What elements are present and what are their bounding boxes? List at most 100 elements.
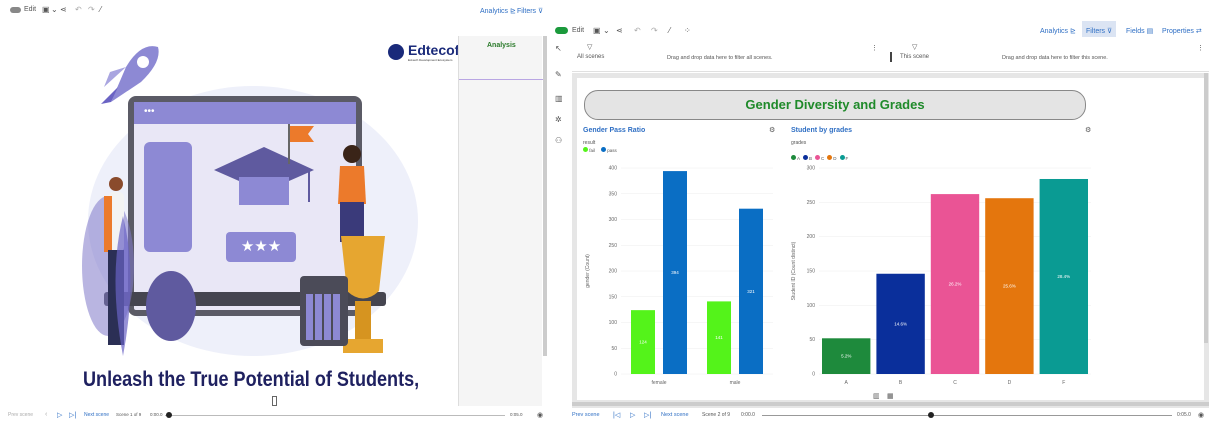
y-tick-label: 400 — [609, 166, 618, 172]
prev-scene-button[interactable]: Prev scene — [572, 412, 600, 418]
y-tick-label: 50 — [809, 337, 815, 343]
timeline-handle[interactable] — [928, 412, 934, 418]
x-tick-label: male — [730, 380, 741, 386]
filters-label: Filters — [517, 8, 537, 15]
analytics-label: Analytics — [1040, 28, 1069, 35]
edit-toggle[interactable] — [10, 7, 21, 13]
x-tick-label: F — [1062, 380, 1065, 386]
laptop-screen-header — [134, 102, 356, 124]
dashboard-title: Gender Diversity and Grades — [745, 97, 925, 112]
y-tick-label: 100 — [609, 320, 618, 326]
filter-all-hint: Drag and drop data here to filter all sc… — [667, 55, 773, 61]
filter-funnel-icon: ▽ — [912, 44, 918, 51]
y-tick-label: 100 — [807, 303, 816, 309]
dashboard-page: Gender Diversity and Grades Gender Pass … — [577, 78, 1204, 400]
users-icon[interactable]: ⚇ — [555, 136, 562, 145]
bar-value-label: 25.6% — [1003, 284, 1016, 289]
chart-icon[interactable]: ▥ — [555, 94, 563, 103]
filter-icon: ⊽ — [538, 8, 544, 15]
logo-tagline: Ed-tech Development Ecosystem — [408, 58, 453, 62]
analysis-tab[interactable]: Analysis — [459, 36, 543, 80]
redo-icon[interactable]: ↷ — [651, 26, 658, 35]
timeline-track[interactable] — [762, 415, 1172, 416]
tool-rail: ↖ ✎ ▥ ✲ ⚇ — [550, 40, 572, 410]
y-tick-label: 200 — [609, 269, 618, 275]
more-options-icon[interactable]: ⋮ — [871, 44, 878, 52]
filter-all-title: All scenes — [577, 54, 605, 60]
save-icon[interactable]: ▣ — [593, 26, 601, 35]
y-tick-label: 200 — [807, 234, 816, 240]
x-tick-label: B — [899, 380, 903, 386]
first-scene-icon[interactable]: ‹ — [45, 411, 47, 418]
timeline-handle[interactable] — [166, 412, 172, 418]
right-toolbar: Edit ▣ ⌄ ⋖ ↶ ↷ ⁄ ⁘ Analytics ⊵ Filters ⊽… — [550, 20, 1209, 40]
scene-counter: Scene 2 of 9 — [702, 412, 731, 418]
left-toolbar: Edit ▣ ⌄ ⋖ ↶ ↷ ⁄ Analytics ⊵ Filters ⊽ — [0, 0, 548, 20]
skip-icon[interactable]: ▷| — [69, 411, 76, 419]
play-icon[interactable]: ▷ — [630, 411, 635, 419]
fields-icon: ▤ — [1146, 28, 1154, 35]
chart-settings-icon[interactable]: ⚙ — [1085, 126, 1091, 134]
x-tick-label: A — [845, 380, 849, 386]
filter-divider[interactable] — [890, 52, 892, 62]
chevron-down-icon[interactable]: ⌄ — [51, 5, 58, 14]
play-icon[interactable]: ▷ — [57, 411, 62, 419]
list-card — [144, 142, 192, 252]
right-footer: Prev scene |◁ ▷ ▷| Next scene Scene 2 of… — [550, 410, 1209, 421]
pin-icon[interactable]: ✎ — [555, 70, 562, 79]
y-tick-label: 50 — [611, 346, 617, 352]
next-scene-button[interactable]: Next scene — [84, 412, 109, 418]
share-icon[interactable]: ⋖ — [616, 26, 623, 35]
brush-icon[interactable]: ⁄ — [100, 5, 101, 14]
puzzle-icon[interactable]: ✲ — [555, 115, 562, 124]
select-icon[interactable]: ⁘ — [684, 26, 691, 35]
save-icon[interactable]: ▣ — [42, 5, 50, 14]
left-scrollbar[interactable] — [543, 36, 547, 356]
redo-icon[interactable]: ↷ — [88, 5, 95, 14]
analytics-button[interactable]: Analytics ⊵ — [1040, 27, 1076, 35]
brush-icon[interactable]: ⁄ — [669, 26, 670, 35]
filters-label: Filters — [1086, 28, 1106, 35]
view-chart-icon[interactable]: ▥ — [873, 392, 880, 400]
camera-icon[interactable]: ◉ — [1198, 411, 1204, 419]
resize-handle-icon[interactable] — [272, 396, 277, 406]
prev-scene-button[interactable]: Prev scene — [8, 412, 33, 418]
y-tick-label: 250 — [609, 243, 618, 249]
filter-all-scenes[interactable]: ▽ All scenes Drag and drop data here to … — [572, 40, 882, 72]
x-tick-label: female — [651, 380, 666, 386]
more-options-icon[interactable]: ⋮ — [1197, 44, 1204, 52]
pointer-icon[interactable]: ↖ — [555, 44, 562, 53]
filter-this-scene[interactable]: ▽ This scene Drag and drop data here to … — [897, 40, 1209, 72]
filters-button[interactable]: Filters ⊽ — [517, 7, 543, 15]
camera-icon[interactable]: ◉ — [537, 411, 543, 419]
edit-toggle[interactable] — [555, 27, 568, 34]
first-scene-icon[interactable]: |◁ — [613, 411, 620, 419]
skip-icon[interactable]: ▷| — [644, 411, 651, 419]
filters-button[interactable]: Filters ⊽ — [1082, 21, 1117, 37]
fields-button[interactable]: Fields ▤ — [1126, 27, 1153, 35]
y-tick-label: 0 — [614, 372, 617, 378]
undo-icon[interactable]: ↶ — [75, 5, 82, 14]
legend-swatch — [583, 147, 588, 152]
share-icon[interactable]: ⋖ — [60, 5, 67, 14]
scene-counter: Scene 1 of 9 — [116, 412, 142, 417]
undo-icon[interactable]: ↶ — [634, 26, 641, 35]
chart2-svg: 0 50 100 150 200 250 300 Student ID (Count dist… — [791, 166, 1091, 386]
next-scene-button[interactable]: Next scene — [661, 412, 689, 418]
timeline-track[interactable] — [165, 415, 505, 416]
properties-button[interactable]: Properties ⇄ — [1162, 27, 1202, 35]
horizontal-scrollbar[interactable] — [572, 402, 1209, 406]
student-grades-chart[interactable]: Student by grades ⚙ grades A B C D F 0 50 100 1… — [789, 124, 1099, 400]
chevron-down-icon[interactable]: ⌄ — [603, 26, 610, 35]
ball-illustration — [146, 271, 196, 341]
view-table-icon[interactable]: ▦ — [887, 392, 894, 400]
gender-pass-chart[interactable]: Gender Pass Ratio ⚙ result fail pass 0 50… — [581, 124, 781, 400]
y-tick-label: 300 — [609, 217, 618, 223]
legend-item-fail: fail — [583, 147, 595, 153]
vertical-scrollbar[interactable] — [1204, 73, 1208, 343]
analysis-side-panel: Analysis — [458, 36, 543, 406]
chart-settings-icon[interactable]: ⚙ — [769, 126, 775, 134]
analytics-button[interactable]: Analytics ⊵ — [480, 7, 516, 15]
dashboard-title-banner: Gender Diversity and Grades — [584, 90, 1086, 120]
flag-illustration — [288, 124, 314, 164]
